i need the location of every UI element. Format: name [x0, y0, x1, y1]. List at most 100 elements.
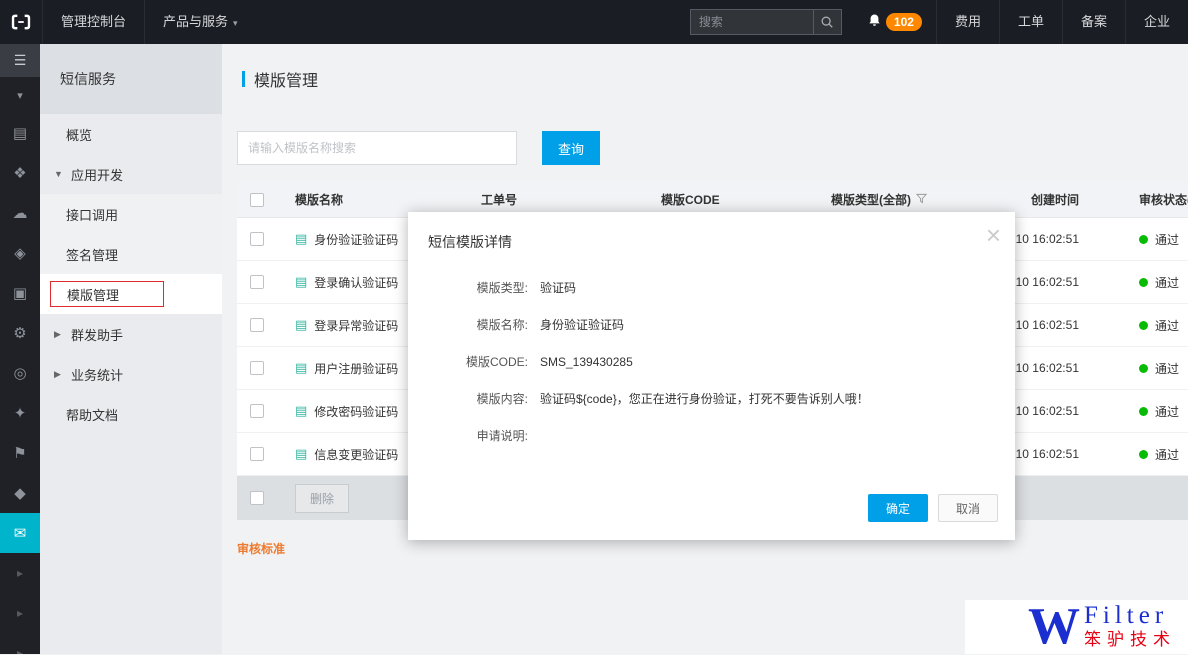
nav-link-enterprise[interactable]: 企业: [1125, 0, 1188, 44]
rail-product-icon-1[interactable]: ▤: [0, 113, 40, 153]
template-detail-modal: 短信模版详情 × 模版类型: 验证码 模版名称: 身份验证验证码 模版CODE:…: [408, 212, 1015, 540]
query-button[interactable]: 查询: [542, 131, 600, 165]
aliyun-logo-svg: [10, 11, 32, 33]
modal-fields: 模版类型: 验证码 模版名称: 身份验证验证码 模版CODE: SMS_1394…: [408, 280, 1015, 445]
field-label: 模版类型:: [408, 280, 528, 297]
row-checkbox[interactable]: [250, 232, 264, 246]
products-menu[interactable]: 产品与服务▾: [144, 0, 256, 44]
sms-service-icon[interactable]: ✉: [0, 513, 40, 553]
status-dot-icon: [1139, 450, 1148, 459]
header-template-code: 模版CODE: [653, 191, 823, 208]
sidebar-group-mass-send-label: 群发助手: [71, 325, 123, 344]
template-search-input[interactable]: [237, 131, 517, 165]
rail-chevron-icon-3[interactable]: ▸: [0, 633, 40, 654]
select-all-checkbox[interactable]: [250, 193, 264, 207]
status-text: 通过: [1155, 231, 1179, 248]
delete-button[interactable]: 删除: [295, 484, 349, 513]
field-label: 模版名称:: [408, 317, 528, 334]
field-label: 模版CODE:: [408, 354, 528, 371]
menu-icon[interactable]: ☰: [0, 44, 40, 77]
rail-settings-icon[interactable]: ⚙: [0, 313, 40, 353]
notifications-button[interactable]: 102: [860, 0, 936, 44]
rail-product-icon-9[interactable]: ◆: [0, 473, 40, 513]
status-text: 通过: [1155, 446, 1179, 463]
template-icon: ▤: [295, 274, 307, 290]
header-audit-status[interactable]: 审核状态(全部: [1103, 191, 1188, 208]
field-value: 验证码${code}，您正在进行身份验证，打死不要告诉别人哦！: [540, 391, 893, 408]
products-menu-label: 产品与服务: [163, 14, 228, 29]
template-name[interactable]: 登录确认验证码: [314, 274, 398, 291]
rail-chevron-icon-1[interactable]: ▸: [0, 553, 40, 593]
rail-product-icon-3[interactable]: ☁: [0, 193, 40, 233]
search-icon[interactable]: [813, 10, 841, 34]
row-checkbox[interactable]: [250, 447, 264, 461]
sidebar-item-overview[interactable]: 概览: [40, 114, 222, 154]
status-text: 通过: [1155, 317, 1179, 334]
caret-right-icon: ▶: [54, 329, 64, 340]
watermark-filter: Filter: [1084, 603, 1176, 629]
console-home-link[interactable]: 管理控制台: [42, 0, 144, 44]
template-name[interactable]: 登录异常验证码: [314, 317, 398, 334]
template-name[interactable]: 身份验证验证码: [314, 231, 398, 248]
row-checkbox[interactable]: [250, 318, 264, 332]
annotation-red-box: 模版管理: [50, 281, 164, 307]
sidebar-group-mass-send[interactable]: ▶ 群发助手: [40, 314, 222, 354]
sidebar-item-template[interactable]: 模版管理: [40, 274, 222, 314]
sidebar-item-help-docs[interactable]: 帮助文档: [40, 394, 222, 434]
aliyun-logo-icon[interactable]: [0, 0, 42, 44]
sidebar-item-signature[interactable]: 签名管理: [40, 234, 222, 274]
status-text: 通过: [1155, 360, 1179, 377]
template-name[interactable]: 用户注册验证码: [314, 360, 398, 377]
sidebar-item-template-label: 模版管理: [67, 285, 119, 304]
bell-icon: [866, 12, 883, 32]
sidebar-item-api[interactable]: 接口调用: [40, 194, 222, 234]
row-checkbox[interactable]: [250, 275, 264, 289]
header-template-type-label: 模版类型(全部): [831, 191, 911, 208]
rail-product-icon-8[interactable]: ⚑: [0, 433, 40, 473]
filter-funnel-icon[interactable]: [916, 193, 927, 207]
field-apply-note: 申请说明:: [408, 428, 1015, 445]
template-icon: ▤: [295, 403, 307, 419]
rail-product-icon-7[interactable]: ✦: [0, 393, 40, 433]
review-standards-link[interactable]: 审核标准: [237, 540, 285, 557]
modal-buttons: 确定 取消: [868, 494, 998, 522]
header-order-number: 工单号: [473, 191, 653, 208]
row-checkbox[interactable]: [250, 361, 264, 375]
status-dot-icon: [1139, 321, 1148, 330]
rail-product-icon-6[interactable]: ◎: [0, 353, 40, 393]
caret-right-icon: ▶: [54, 369, 64, 380]
rail-product-icon-5[interactable]: ▣: [0, 273, 40, 313]
sidebar-group-stats-label: 业务统计: [71, 365, 123, 384]
rail-product-icon-2[interactable]: ❖: [0, 153, 40, 193]
field-value: SMS_139430285: [540, 354, 657, 371]
field-value: [540, 428, 564, 445]
top-navbar: 管理控制台 产品与服务▾ 102 费用 工单 备案 企业: [0, 0, 1188, 44]
global-search-input[interactable]: [691, 15, 813, 29]
nav-link-icp[interactable]: 备案: [1062, 0, 1125, 44]
title-accent-bar: [242, 71, 245, 87]
close-icon[interactable]: ×: [986, 222, 1001, 248]
footer-checkbox[interactable]: [250, 491, 264, 505]
rail-product-icon-4[interactable]: ◈: [0, 233, 40, 273]
field-template-code: 模版CODE: SMS_139430285: [408, 354, 1015, 371]
page-header: 模版管理: [222, 44, 1188, 114]
service-sidebar: 短信服务 概览 ▼ 应用开发 接口调用 签名管理 模版管理 ▶ 群发助手 ▶ 业…: [40, 44, 222, 654]
sidebar-group-appdev[interactable]: ▼ 应用开发: [40, 154, 222, 194]
row-checkbox[interactable]: [250, 404, 264, 418]
template-name[interactable]: 修改密码验证码: [314, 403, 398, 420]
rail-chevron-icon-2[interactable]: ▸: [0, 593, 40, 633]
field-value: 验证码: [540, 280, 600, 297]
template-icon: ▤: [295, 231, 307, 247]
cancel-button[interactable]: 取消: [938, 494, 998, 522]
nav-link-billing[interactable]: 费用: [936, 0, 999, 44]
header-template-type[interactable]: 模版类型(全部): [823, 191, 953, 208]
nav-link-tickets[interactable]: 工单: [999, 0, 1062, 44]
status-dot-icon: [1139, 278, 1148, 287]
rail-collapse-icon[interactable]: ▾: [0, 77, 40, 113]
watermark-w: W: [1028, 603, 1080, 651]
template-name[interactable]: 信息变更验证码: [314, 446, 398, 463]
sidebar-group-stats[interactable]: ▶ 业务统计: [40, 354, 222, 394]
template-icon: ▤: [295, 317, 307, 333]
confirm-button[interactable]: 确定: [868, 494, 928, 522]
product-icon-rail: ☰ ▾ ▤ ❖ ☁ ◈ ▣ ⚙ ◎ ✦ ⚑ ◆ ✉ ▸ ▸ ▸: [0, 44, 40, 654]
